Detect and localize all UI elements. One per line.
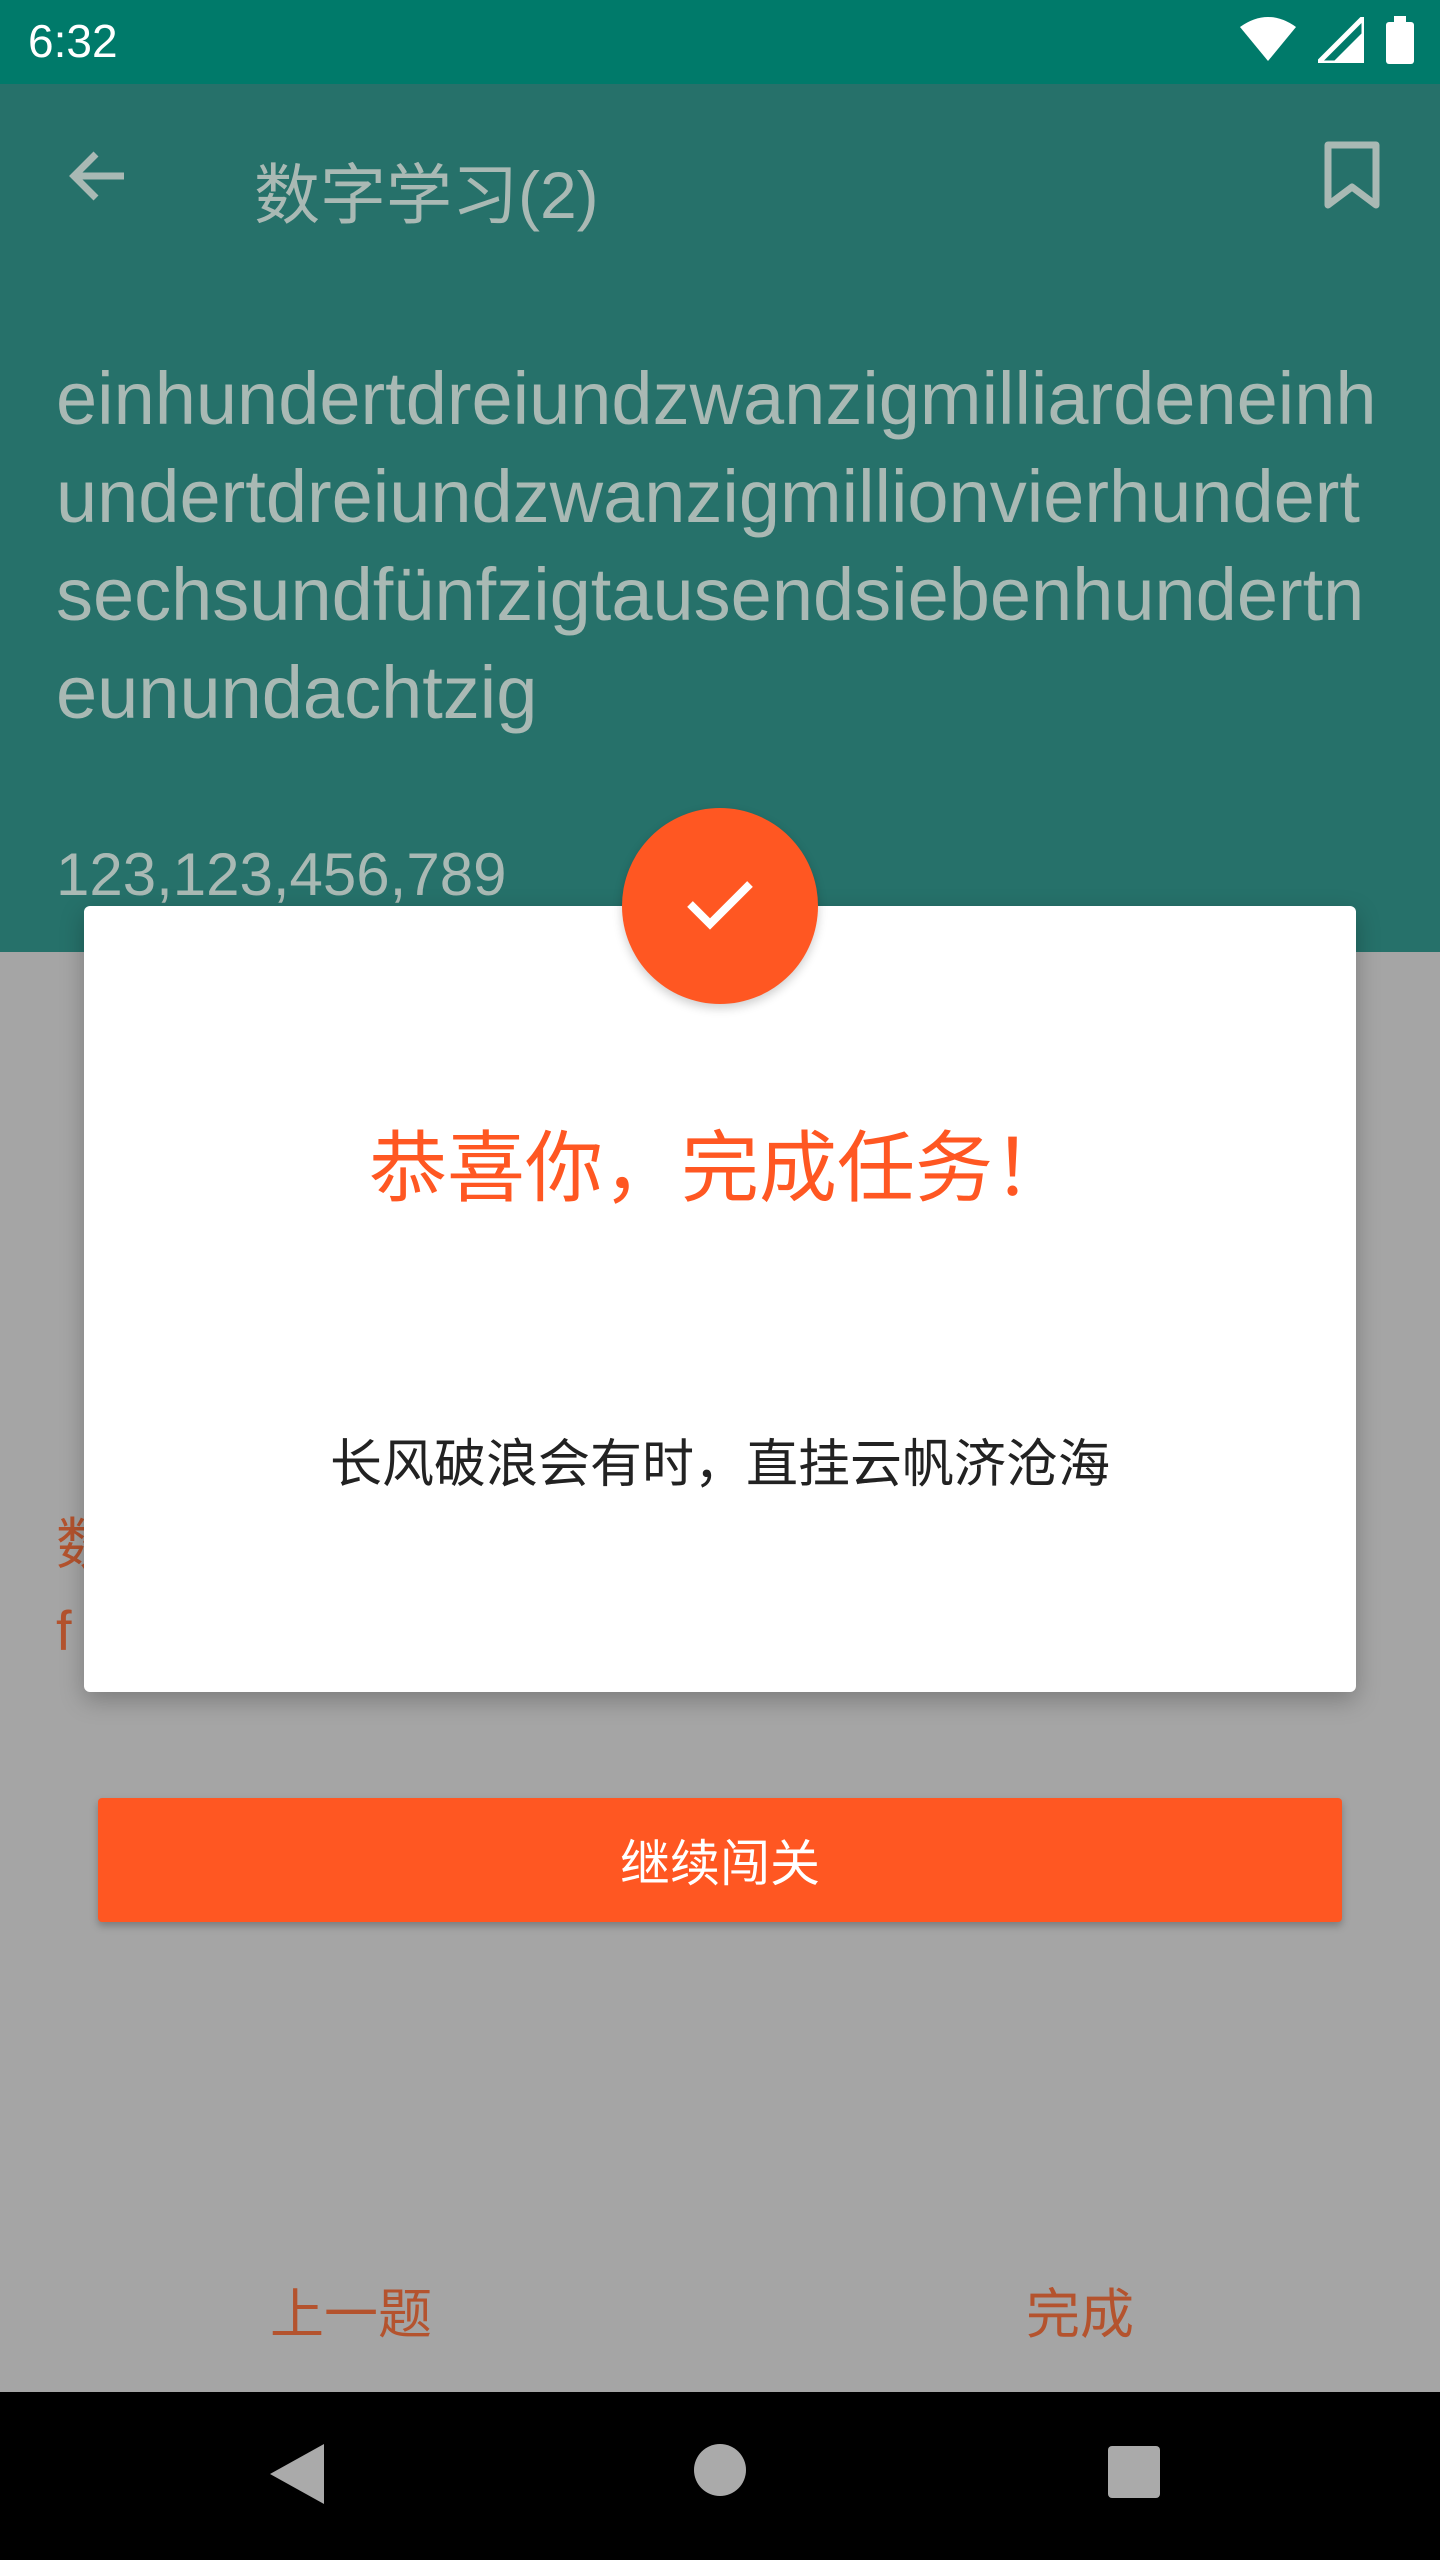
signal-icon (1311, 10, 1367, 67)
status-bar: 6:32 (0, 0, 1440, 84)
system-nav-bar (0, 2392, 1440, 2560)
wifi-icon (1240, 17, 1296, 67)
check-circle (622, 808, 818, 1004)
status-time: 6:32 (28, 15, 118, 67)
toolbar: 数字学习(2) (0, 84, 1440, 280)
battery-icon (1386, 16, 1414, 68)
bookmark-button[interactable] (1312, 138, 1392, 218)
nav-back-icon[interactable] (270, 2444, 324, 2508)
previous-question-button[interactable]: 上一题 (270, 2270, 432, 2349)
page-title: 数字学习(2) (254, 158, 599, 232)
arrow-back-icon (66, 144, 130, 212)
check-icon (684, 876, 756, 936)
nav-home-icon[interactable] (694, 2444, 746, 2496)
back-button[interactable] (58, 138, 138, 218)
done-button[interactable]: 完成 (1026, 2270, 1134, 2349)
continue-button[interactable]: 继续闯关 (98, 1798, 1342, 1922)
status-icons (1240, 10, 1414, 68)
nav-recents-icon[interactable] (1108, 2446, 1160, 2498)
success-dialog: 恭喜你，完成任务！ 长风破浪会有时，直挂云帆济沧海 (84, 906, 1356, 1692)
bookmark-icon (1324, 141, 1380, 215)
question-sub: f (56, 1599, 72, 1662)
dialog-title: 恭喜你，完成任务！ (368, 1124, 1071, 1214)
dialog-message: 长风破浪会有时，直挂云帆济沧海 (329, 1435, 1110, 1495)
german-number-word: einhundertdreiundzwanzigmilliardeneinhun… (56, 357, 1377, 734)
number-value: 123,123,456,789 (56, 841, 507, 908)
